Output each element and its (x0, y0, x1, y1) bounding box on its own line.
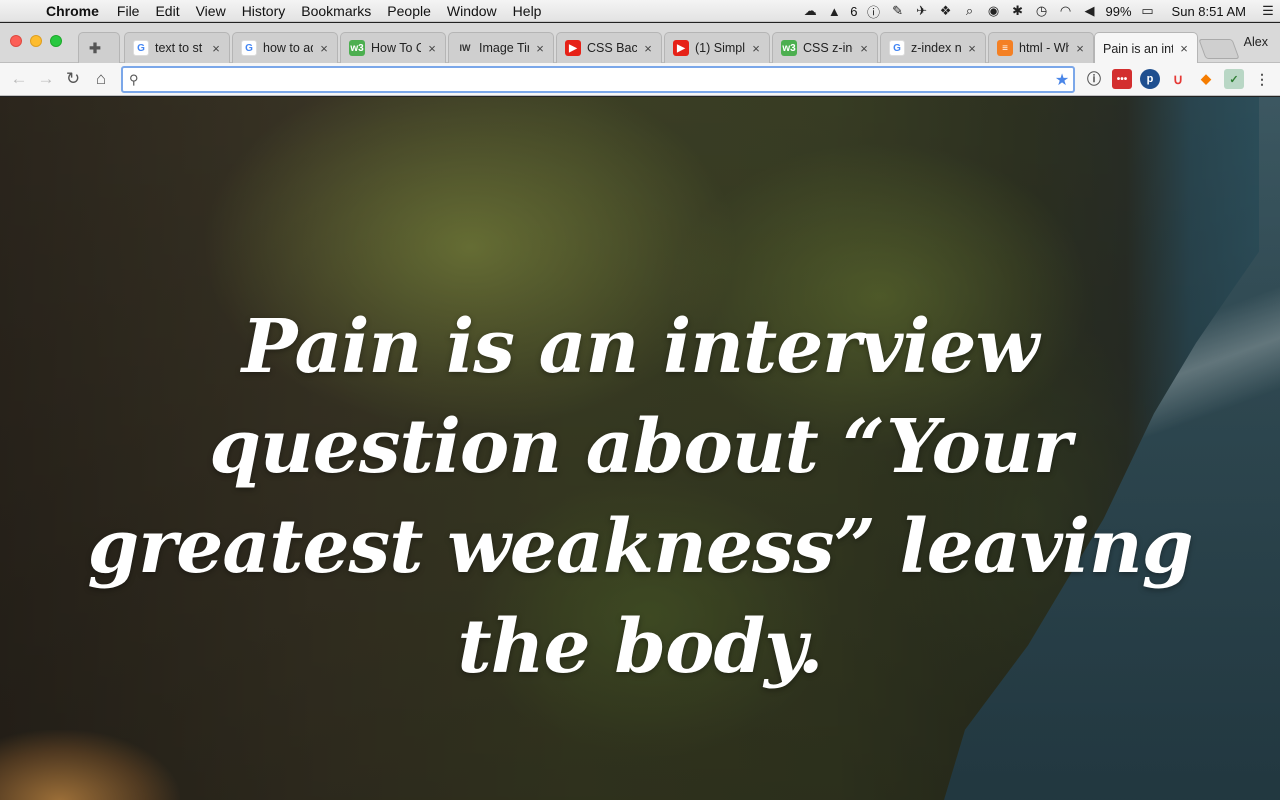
youtube-icon: ▶ (565, 40, 581, 56)
tab-9[interactable]: ≡ html - Wh × (988, 32, 1094, 63)
tab-title: CSS Back (587, 41, 637, 55)
google-icon: G (889, 40, 905, 56)
close-tab-icon[interactable]: × (641, 41, 655, 56)
search-icon: ⚲ (129, 71, 139, 87)
browser-toolbar: ← → ↻ ⌂ ⚲ ★ ⓘ ••• p ∪ ◆ ✓ ⋮ (0, 63, 1280, 96)
menu-edit[interactable]: Edit (147, 0, 187, 22)
creative-cloud-icon[interactable]: ☁ (798, 0, 822, 22)
tab-title: How To C (371, 41, 421, 55)
tab-title: how to ad (263, 41, 313, 55)
spotlight-search-icon[interactable]: ⌕ (958, 0, 982, 22)
tab-4[interactable]: IW Image Tir × (448, 32, 554, 63)
close-tab-icon[interactable]: × (965, 41, 979, 56)
close-tab-icon[interactable]: × (1177, 41, 1191, 56)
menu-history[interactable]: History (234, 0, 294, 22)
close-tab-icon[interactable]: × (317, 41, 331, 56)
tab-title: Image Tir (479, 41, 529, 55)
tab-title: (1) Simple (695, 41, 745, 55)
tab-6[interactable]: ▶ (1) Simple × (664, 32, 770, 63)
menu-window[interactable]: Window (439, 0, 505, 22)
address-input[interactable] (145, 69, 1051, 90)
tab-title: CSS z-ind (803, 41, 853, 55)
google-icon: G (241, 40, 257, 56)
magnet-extension-icon[interactable]: ∪ (1168, 69, 1188, 89)
tab-2[interactable]: G how to ad × (232, 32, 338, 63)
pin-icon[interactable]: ✈ (910, 0, 934, 22)
chrome-menu-icon[interactable]: ⋮ (1252, 69, 1272, 89)
wifi-icon[interactable]: ◠ (1054, 0, 1078, 22)
forward-arrow-icon[interactable]: → (35, 68, 57, 90)
grass-foreground (0, 730, 180, 800)
address-bar[interactable]: ⚲ ★ (121, 66, 1075, 93)
reload-icon[interactable]: ↻ (62, 68, 84, 90)
tab-title: text to st (155, 41, 203, 55)
tab-5[interactable]: ▶ CSS Back × (556, 32, 662, 63)
bookmark-star-icon[interactable]: ★ (1051, 70, 1073, 90)
stackoverflow-icon: ≡ (997, 40, 1013, 56)
close-tab-icon[interactable]: × (209, 41, 223, 56)
window-controls (10, 35, 62, 47)
close-tab-icon[interactable]: × (425, 41, 439, 56)
home-icon[interactable]: ⌂ (90, 68, 112, 90)
iw-icon: IW (459, 43, 471, 53)
bluetooth-icon[interactable]: ✱ (1006, 0, 1030, 22)
minimize-window-button[interactable] (30, 35, 42, 47)
chrome-tab-strip: ✚ G text to st × G how to ad × w3 How To… (0, 23, 1280, 64)
pocket-extension-icon[interactable]: p (1140, 69, 1160, 89)
onepassword-icon[interactable]: ⓘ (862, 0, 886, 22)
macos-menu-bar: Chrome File Edit View History Bookmarks … (0, 0, 1280, 22)
tab-7[interactable]: w3 CSS z-ind × (772, 32, 878, 63)
metamask-extension-icon[interactable]: ◆ (1196, 69, 1216, 89)
maximize-window-button[interactable] (50, 35, 62, 47)
w3schools-icon: w3 (781, 40, 797, 56)
lastpass-extension-icon[interactable]: ••• (1112, 69, 1132, 89)
menu-bookmarks[interactable]: Bookmarks (293, 0, 379, 22)
volume-icon[interactable]: ◀ (1078, 0, 1102, 22)
close-tab-icon[interactable]: × (533, 41, 547, 56)
menu-people[interactable]: People (379, 0, 439, 22)
tab-active[interactable]: Pain is an inte × (1094, 32, 1198, 64)
close-tab-icon[interactable]: × (1073, 41, 1087, 56)
profile-name[interactable]: Alex (1244, 35, 1268, 49)
tab-extension[interactable]: ✚ (78, 32, 120, 63)
notification-center-icon[interactable]: ☰ (1256, 0, 1280, 22)
menu-view[interactable]: View (188, 0, 234, 22)
notification-count: 6 (850, 3, 858, 19)
puzzle-icon: ✚ (89, 39, 101, 56)
youtube-icon: ▶ (673, 40, 689, 56)
onepassword-extension-icon[interactable]: ⓘ (1084, 69, 1104, 89)
page-hero: Pain is an interview question about “You… (0, 97, 1280, 800)
tab-title: z-index n (911, 41, 961, 55)
tab-3[interactable]: w3 How To C × (340, 32, 446, 63)
tab-8[interactable]: G z-index n × (880, 32, 986, 63)
google-icon: G (133, 40, 149, 56)
hero-quote: Pain is an interview question about “You… (87, 304, 1194, 690)
close-tab-icon[interactable]: × (857, 41, 871, 56)
tab-title: html - Wh (1019, 41, 1069, 55)
menu-bar-status-area: ☁ ▲ 6 ⓘ ✎ ✈ ❖ ⌕ ◉ ✱ ◷ ◠ ◀ 99% ▭ Sun 8:51… (798, 0, 1280, 22)
evernote-extension-icon[interactable]: ✓ (1224, 69, 1244, 89)
time-machine-icon[interactable]: ◷ (1030, 0, 1054, 22)
scanner-icon[interactable]: ✎ (886, 0, 910, 22)
battery-percent: 99% (1105, 3, 1132, 19)
menu-file[interactable]: File (109, 0, 148, 22)
menu-app-name[interactable]: Chrome (40, 0, 109, 22)
new-tab-button[interactable] (1198, 39, 1240, 59)
tab-1[interactable]: G text to st × (124, 32, 230, 63)
battery-icon[interactable]: ▭ (1136, 0, 1160, 22)
menu-help[interactable]: Help (505, 0, 550, 22)
back-arrow-icon[interactable]: ← (8, 68, 30, 90)
evernote-icon[interactable]: ❖ (934, 0, 958, 22)
w3schools-icon: w3 (349, 40, 365, 56)
clock[interactable]: Sun 8:51 AM (1160, 4, 1256, 19)
tab-title: Pain is an inte (1103, 41, 1173, 56)
close-tab-icon[interactable]: × (749, 41, 763, 56)
close-window-button[interactable] (10, 35, 22, 47)
adobe-icon[interactable]: ▲ (822, 0, 846, 22)
siri-icon[interactable]: ◉ (982, 0, 1006, 22)
